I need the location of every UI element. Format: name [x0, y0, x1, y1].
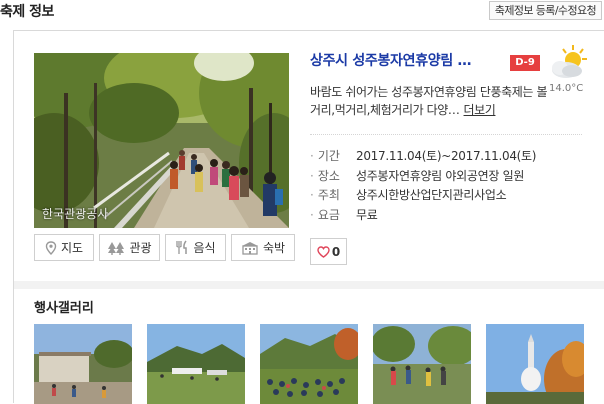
- info-value: 성주봉자연휴양림 야외공연장 일원: [356, 168, 525, 183]
- tour-button-label: 관광: [129, 241, 152, 255]
- stay-button-label: 숙박: [262, 241, 286, 255]
- tour-button[interactable]: 관광: [99, 234, 160, 261]
- gallery-title: 행사갤러리: [34, 301, 94, 316]
- event-title[interactable]: 상주시 성주봉자연휴양림 …: [310, 50, 498, 70]
- info-row-fee: 요금 무료: [310, 205, 585, 225]
- heart-icon: [317, 245, 330, 258]
- temperature: 14.0°C: [549, 83, 584, 94]
- stay-button[interactable]: 숙박: [231, 234, 295, 261]
- info-row-period: 기간 2017.11.04(토)~2017.11.04(토): [310, 146, 585, 166]
- info-label: 기간: [310, 147, 356, 164]
- gallery-thumbnail[interactable]: [373, 324, 471, 404]
- gallery-thumbnail[interactable]: [260, 324, 358, 404]
- info-divider: [310, 134, 582, 135]
- trees-icon: [108, 241, 125, 255]
- photo-credit-watermark: 한국관광공사: [42, 207, 109, 221]
- info-value: 무료: [356, 207, 378, 222]
- festival-card: 한국관광공사 지도 관광 음식 숙박 상주시 성주봉자연휴양림 … D-9 14…: [13, 30, 604, 404]
- info-label: 장소: [310, 167, 356, 184]
- info-value: 상주시한방산업단지관리사업소: [356, 188, 507, 203]
- info-label: 주최: [310, 186, 356, 203]
- section-title: 축제 정보: [0, 4, 54, 20]
- event-info-list: 기간 2017.11.04(토)~2017.11.04(토) 장소 성주봉자연휴…: [310, 146, 585, 224]
- dday-badge: D-9: [510, 55, 540, 71]
- like-count: 0: [331, 244, 341, 259]
- category-buttons: 지도 관광 음식 숙박: [34, 234, 295, 261]
- like-button[interactable]: 0: [310, 238, 347, 265]
- partly-cloudy-icon: [546, 43, 590, 83]
- fork-knife-icon: [176, 240, 188, 254]
- description-text: 바람도 쉬어가는 성주봉자연휴양림 단풍축제는 볼거리,먹거리,체험거리가 다양…: [310, 85, 548, 117]
- info-value: 2017.11.04(토)~2017.11.04(토): [356, 149, 537, 164]
- map-pin-icon: [45, 240, 57, 255]
- map-button-label: 지도: [60, 241, 84, 255]
- gallery-thumbnails: [34, 324, 584, 404]
- building-icon: [241, 241, 258, 255]
- festival-main-photo[interactable]: 한국관광공사: [34, 53, 289, 228]
- gallery-thumbnail[interactable]: [34, 324, 132, 404]
- more-link[interactable]: 더보기: [464, 103, 496, 117]
- map-button[interactable]: 지도: [34, 234, 94, 261]
- info-row-place: 장소 성주봉자연휴양림 야외공연장 일원: [310, 166, 585, 186]
- forest-trail-image: [34, 53, 289, 228]
- edit-request-button[interactable]: 축제정보 등록/수정요청: [488, 1, 602, 20]
- gallery-thumbnail[interactable]: [486, 324, 584, 404]
- info-row-host: 주최 상주시한방산업단지관리사업소: [310, 185, 585, 205]
- section-separator: [14, 281, 604, 289]
- food-button[interactable]: 음식: [165, 234, 226, 261]
- info-label: 요금: [310, 206, 356, 223]
- gallery-thumbnail[interactable]: [147, 324, 245, 404]
- food-button-label: 음식: [193, 241, 216, 255]
- section-header: 축제 정보 축제정보 등록/수정요청: [0, 0, 604, 26]
- event-description: 바람도 쉬어가는 성주봉자연휴양림 단풍축제는 볼거리,먹거리,체험거리가 다양…: [310, 83, 548, 119]
